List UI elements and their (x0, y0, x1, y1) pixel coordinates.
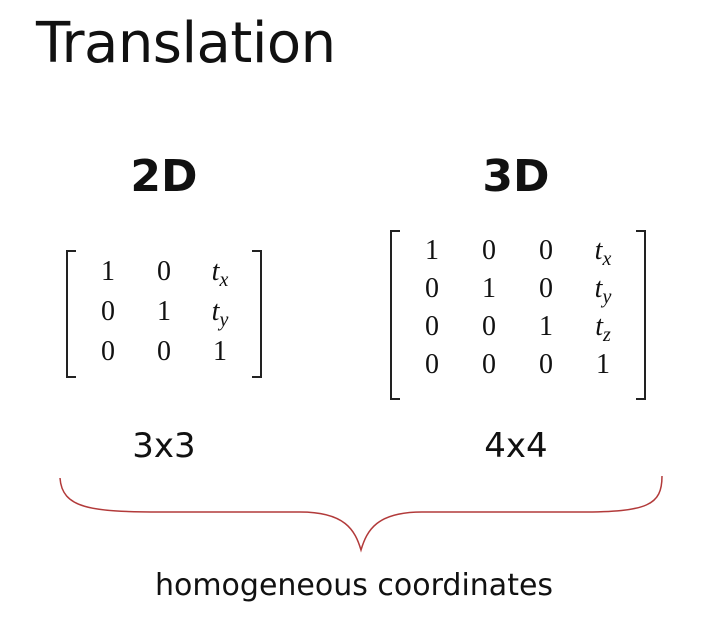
caption: homogeneous coordinates (154, 568, 554, 603)
curly-brace (59, 475, 663, 553)
